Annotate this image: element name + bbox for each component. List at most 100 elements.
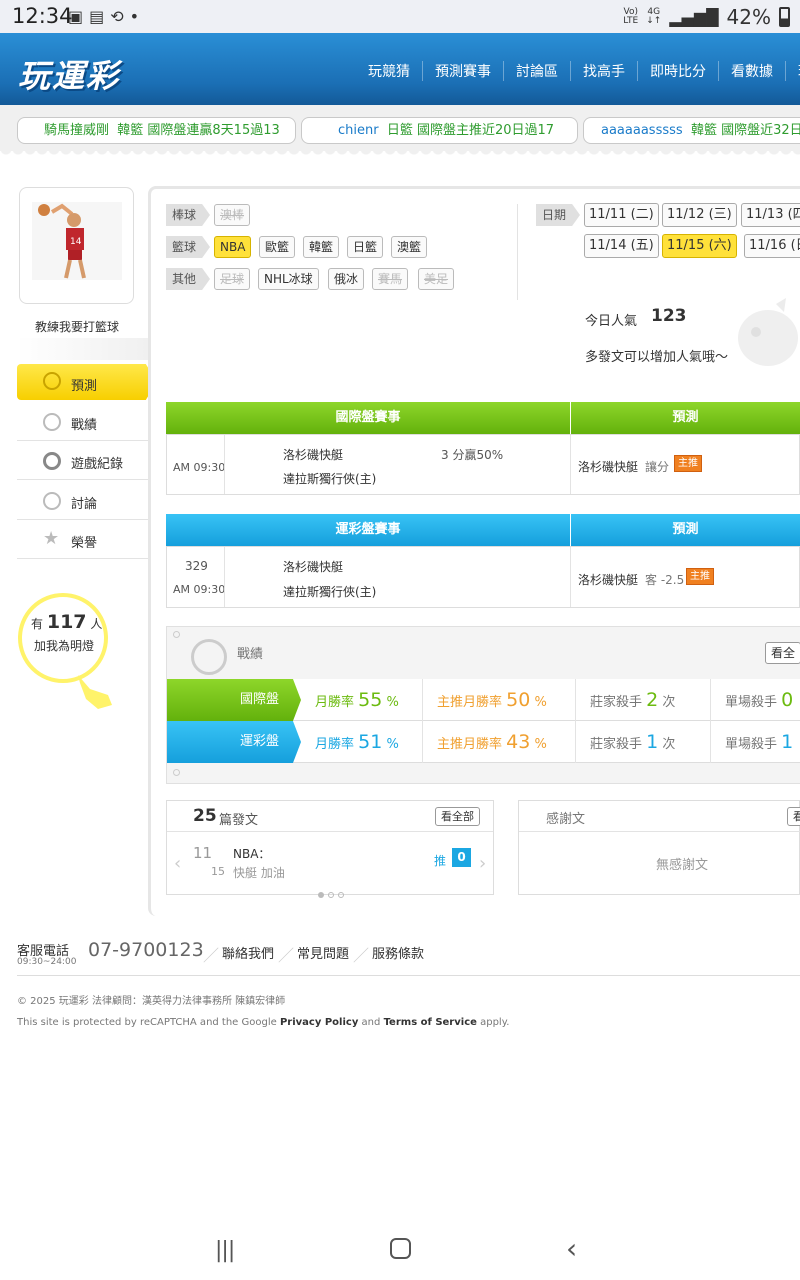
intl-predict-header: 預測 [571, 402, 800, 434]
terms-link[interactable]: Terms of Service [384, 1017, 477, 1028]
filter-american-football[interactable]: 美足 [418, 268, 455, 290]
ticker-text: 韓籃 國際盤近32日- [690, 123, 800, 138]
intl-header: 國際盤賽事 [166, 402, 570, 434]
link-contact[interactable]: 聯絡我們 [222, 943, 274, 962]
thanks-view-all-button[interactable]: 看 [787, 807, 800, 826]
target-icon [191, 639, 227, 675]
network-icon: 4G ↓↑ [646, 7, 662, 26]
nav-item-forum[interactable]: 討論區 [503, 61, 570, 81]
filter-korea-basketball[interactable]: 韓籃 [303, 236, 340, 258]
post-day: 11 [193, 844, 213, 862]
menu-item-record[interactable]: 戰績 [17, 403, 149, 441]
filter-russia-hockey[interactable]: 俄冰 [328, 268, 365, 290]
push-label: 推 [434, 854, 447, 868]
link-terms[interactable]: 服務條款 [372, 943, 424, 962]
date-option-selected[interactable]: 11/15 (六) [662, 234, 737, 258]
nav-item-data[interactable]: 看數據 [718, 61, 785, 81]
intl-game-row[interactable]: AM 09:30 洛杉磯快艇 3 分贏50% 達拉斯獨行俠(主) 洛杉磯快艇 讓… [166, 434, 800, 495]
player-illustration: 14 [38, 203, 86, 279]
dot-icon: • [129, 7, 140, 26]
clock: 12:34 [12, 4, 73, 28]
posts-panel: 25 篇發文 看全部 ‹ 11 15 NBA： 快艇 加油 推 0 › [166, 800, 494, 895]
lottery-header: 運彩盤賽事 [166, 514, 570, 546]
record-row-label: 運彩盤 [167, 721, 301, 763]
nav-item-play-guess[interactable]: 玩競猜 [356, 61, 422, 81]
main-pick-badge: 主推 [686, 568, 714, 585]
date-option[interactable]: 11/16 (日 [744, 234, 800, 258]
menu-item-label: 戰績 [71, 418, 98, 433]
link-faq[interactable]: 常見問題 [297, 943, 349, 962]
follow-bulb[interactable]: 有 117 人 加我為明燈 [18, 593, 118, 717]
home-team: 達拉斯獨行俠(主) [283, 585, 377, 599]
next-arrow-icon[interactable]: › [479, 853, 486, 874]
filter-japan-basketball[interactable]: 日籃 [347, 236, 384, 258]
ticker-item[interactable]: chienr 日籃 國際盤主推近20日過17 [301, 117, 578, 144]
fans-unit: 人 [90, 617, 103, 631]
filter-aus-baseball[interactable]: 澳棒 [214, 204, 251, 226]
phone-number[interactable]: 07-9700123 [88, 939, 204, 961]
category-other: 其他 [166, 268, 211, 290]
date-option[interactable]: 11/14 (五) [584, 234, 659, 258]
date-option[interactable]: 11/13 (四 [741, 203, 800, 227]
main-pick-win-rate: 主推月勝率 50 % [422, 679, 547, 721]
menu-item-discuss[interactable]: 討論 [17, 482, 149, 520]
prev-arrow-icon[interactable]: ‹ [174, 853, 181, 874]
username: 教練我要打籃球 [34, 320, 119, 334]
avatar[interactable]: 14 [19, 187, 134, 304]
filter-horse-racing[interactable]: 賽馬 [372, 268, 409, 290]
ticker-bar: 騎馬撞威剛 韓籃 國際盤連贏8天15過13 chienr 日籃 國際盤主推近20… [0, 105, 800, 159]
nav-item-predict[interactable]: 預測賽事 [422, 61, 503, 81]
menu-item-game-record[interactable]: 遊戲紀錄 [17, 442, 149, 480]
date-label: 日期 [536, 204, 581, 226]
discuss-icon [43, 492, 61, 510]
menu-item-label: 預測 [71, 379, 98, 394]
post-count: 25 [193, 806, 217, 826]
ticker-item[interactable]: aaaaaasssss 韓籃 國際盤近32日- [583, 117, 800, 144]
record-title: 戰績 [237, 647, 264, 662]
filter-soccer[interactable]: 足球 [214, 268, 251, 290]
filter-aus-basketball[interactable]: 澳籃 [391, 236, 428, 258]
ticker-text: 日籃 國際盤主推近20日過17 [386, 123, 555, 138]
nav-item-more[interactable]: 玩 [785, 61, 800, 81]
category-baseball: 棒球 [166, 204, 211, 226]
filter-nba[interactable]: NBA [214, 236, 252, 258]
battery-icon [779, 7, 790, 27]
filter-euro-basketball[interactable]: 歐籃 [259, 236, 296, 258]
ticker-item[interactable]: 騎馬撞威剛 韓籃 國際盤連贏8天15過13 [17, 117, 296, 144]
main-nav: 玩競猜 預測賽事 討論區 找高手 即時比分 看數據 玩 [356, 61, 800, 81]
post-count-label: 篇發文 [219, 813, 259, 828]
back-icon[interactable]: ‹ [566, 1232, 577, 1265]
ticker-user: chienr [338, 123, 379, 138]
nav-item-experts[interactable]: 找高手 [570, 61, 637, 81]
date-option[interactable]: 11/12 (三) [662, 203, 737, 227]
nav-item-live-score[interactable]: 即時比分 [637, 61, 718, 81]
record-row-lottery: 運彩盤 月勝率 51 % 主推月勝率 43 % 莊家殺手 1 次 單場殺手 1 [167, 721, 800, 763]
filter-nhl[interactable]: NHL冰球 [258, 268, 319, 290]
away-team: 洛杉磯快艇 [283, 560, 344, 574]
posts-view-all-button[interactable]: 看全部 [435, 807, 480, 826]
lottery-game-row[interactable]: 329 AM 09:30 洛杉磯快艇 達拉斯獨行俠(主) 洛杉磯快艇 客 -2.… [166, 546, 800, 608]
privacy-policy-link[interactable]: Privacy Policy [280, 1017, 358, 1028]
mascot-watermark [738, 298, 798, 366]
fans-prefix: 有 [31, 617, 44, 631]
menu-item-predict[interactable]: 預測 [17, 364, 157, 400]
single-killer: 單場殺手 0 [710, 679, 793, 721]
date-option[interactable]: 11/11 (二) [584, 203, 659, 227]
game-record-icon [43, 452, 61, 470]
home-icon[interactable] [390, 1238, 411, 1259]
recent-apps-icon[interactable]: ||| [215, 1238, 235, 1263]
menu-item-label: 遊戲紀錄 [71, 457, 124, 472]
bookie-killer: 莊家殺手 2 次 [575, 679, 675, 721]
thanks-empty: 無感謝文 [656, 858, 709, 873]
record-view-all-button[interactable]: 看全 [765, 642, 800, 664]
image-icon: ▣ [68, 7, 84, 26]
honor-icon: ★ [43, 528, 60, 549]
follow-cta[interactable]: 加我為明燈 [34, 637, 94, 654]
post-subtitle[interactable]: 快艇 加油 [233, 864, 285, 881]
carousel-dots [318, 892, 344, 898]
ticker-user: aaaaaasssss [601, 123, 683, 138]
site-logo[interactable]: 玩運彩 [18, 51, 120, 97]
thanks-title: 感謝文 [546, 812, 586, 827]
post-title[interactable]: NBA： [233, 845, 270, 862]
menu-item-honor[interactable]: ★ 榮譽 [17, 521, 149, 559]
